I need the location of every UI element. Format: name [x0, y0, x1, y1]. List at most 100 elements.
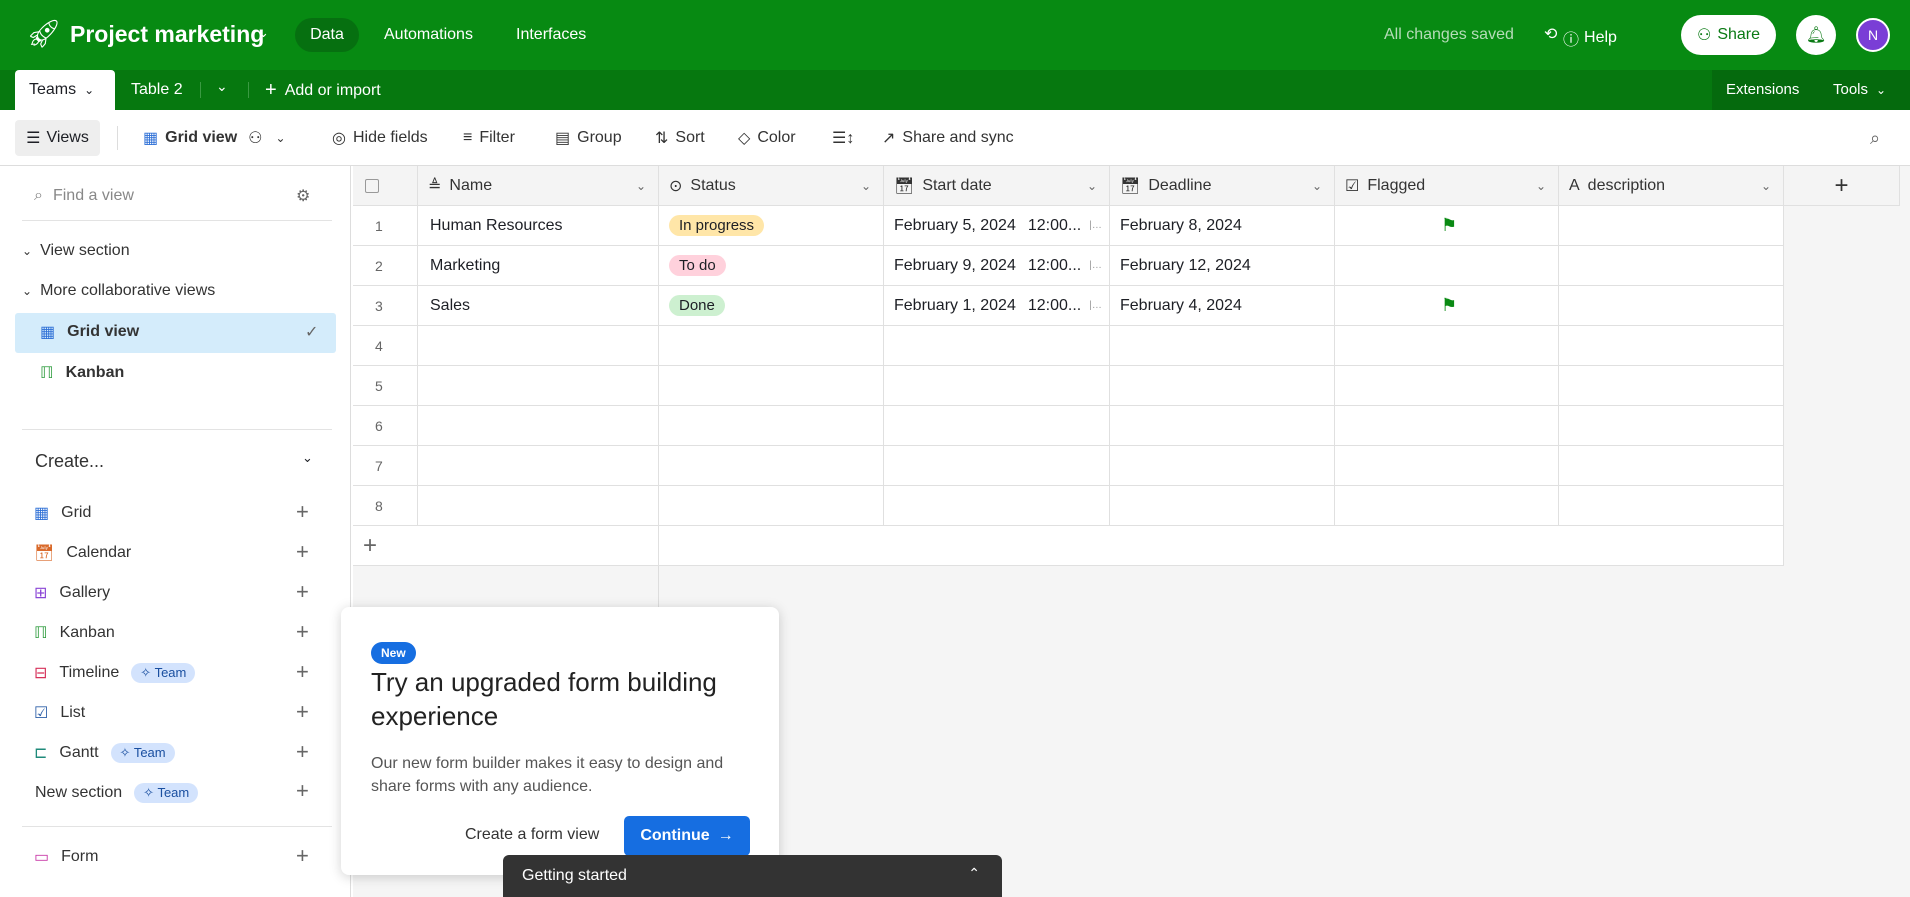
plus-icon[interactable]: + [296, 739, 309, 765]
add-record-row[interactable] [659, 526, 1784, 566]
flagged-cell[interactable] [1335, 486, 1559, 526]
deadline-cell[interactable] [1110, 406, 1335, 446]
status-cell[interactable]: Done [659, 286, 884, 326]
status-cell[interactable] [659, 446, 884, 486]
row-height-icon[interactable]: ☰↕ [832, 110, 854, 166]
flagged-cell[interactable]: ⚑ [1335, 286, 1559, 326]
start-date-cell[interactable] [884, 486, 1110, 526]
plus-icon[interactable]: + [296, 659, 309, 685]
create-grid[interactable]: ▦ Grid [34, 503, 91, 523]
name-cell[interactable] [418, 366, 659, 406]
filter-button[interactable]: ≡ Filter [463, 110, 515, 166]
sort-button[interactable]: ⇅ Sort [655, 110, 705, 166]
views-button[interactable]: ☰ Views [15, 120, 100, 156]
chevron-down-icon[interactable]: ⌄ [1312, 179, 1322, 193]
flagged-cell[interactable] [1335, 366, 1559, 406]
history-icon[interactable]: ⟲ [1544, 24, 1557, 44]
create-gantt[interactable]: ⊏ Gantt ✧ Team [34, 743, 175, 763]
description-cell[interactable] [1559, 206, 1784, 246]
description-cell[interactable] [1559, 366, 1784, 406]
column-header-name[interactable]: ≜ Name ⌄ [418, 166, 659, 206]
row-number-cell[interactable]: 3 [353, 286, 418, 326]
name-cell[interactable] [418, 486, 659, 526]
chevron-down-icon[interactable]: ⌄ [861, 179, 871, 193]
deadline-cell[interactable] [1110, 446, 1335, 486]
plus-icon[interactable]: + [296, 843, 309, 869]
create-form-view-button[interactable]: Create a form view [465, 826, 599, 844]
view-item-grid[interactable]: ▦ Grid view [40, 322, 139, 342]
chevron-down-icon[interactable]: ⌄ [1536, 179, 1546, 193]
deadline-cell[interactable]: February 12, 2024 [1110, 246, 1335, 286]
start-date-cell[interactable] [884, 446, 1110, 486]
status-cell[interactable] [659, 326, 884, 366]
description-cell[interactable] [1559, 406, 1784, 446]
create-new-section[interactable]: New section ✧ Team [35, 783, 199, 803]
select-all-checkbox[interactable] [353, 166, 418, 206]
section-more-collaborative[interactable]: ⌄ More collaborative views [22, 282, 215, 300]
deadline-cell[interactable] [1110, 326, 1335, 366]
chevron-down-icon[interactable]: ⌄ [1761, 179, 1771, 193]
base-title[interactable]: Project marketing [70, 21, 264, 48]
start-date-cell[interactable] [884, 326, 1110, 366]
deadline-cell[interactable] [1110, 366, 1335, 406]
add-field-button[interactable]: + [1784, 166, 1900, 206]
description-cell[interactable] [1559, 446, 1784, 486]
row-number-cell[interactable]: 6 [353, 406, 418, 446]
column-header-start-date[interactable]: 📅︎ Start date ⌄ [884, 166, 1110, 206]
create-calendar[interactable]: 📅︎ Calendar [34, 543, 131, 563]
group-button[interactable]: ▤ Group [555, 110, 622, 166]
find-view-input[interactable]: ⌕ Find a view [34, 187, 134, 205]
search-icon[interactable]: ⌕ [1870, 110, 1880, 166]
name-cell[interactable] [418, 326, 659, 366]
share-sync-button[interactable]: ↗ Share and sync [882, 110, 1014, 166]
color-button[interactable]: ◇ Color [738, 110, 796, 166]
share-button[interactable]: ⚇ Share [1681, 15, 1776, 55]
plus-icon[interactable]: + [296, 699, 309, 725]
status-cell[interactable]: In progress [659, 206, 884, 246]
add-record-button[interactable]: + [353, 526, 659, 566]
hide-fields-button[interactable]: ◎ Hide fields [332, 110, 428, 166]
tables-chevron-icon[interactable]: ⌄ [216, 78, 228, 95]
column-header-flagged[interactable]: ☑ Flagged ⌄ [1335, 166, 1559, 206]
tab-table-2[interactable]: Table 2 [131, 81, 183, 99]
section-view-section[interactable]: ⌄ View section [22, 242, 130, 260]
start-date-cell[interactable]: February 1, 2024 12:00... |… [884, 286, 1110, 326]
nav-interfaces[interactable]: Interfaces [516, 26, 586, 44]
start-date-cell[interactable] [884, 406, 1110, 446]
help-button[interactable]: ⓘ Help [1563, 26, 1617, 50]
status-cell[interactable] [659, 366, 884, 406]
flagged-cell[interactable] [1335, 326, 1559, 366]
status-cell[interactable] [659, 406, 884, 446]
create-kanban[interactable]: ℿ Kanban [34, 623, 115, 643]
status-cell[interactable] [659, 486, 884, 526]
deadline-cell[interactable]: February 4, 2024 [1110, 286, 1335, 326]
row-number-cell[interactable]: 2 [353, 246, 418, 286]
nav-automations[interactable]: Automations [384, 26, 473, 44]
column-header-description[interactable]: Adescription ⌄ [1559, 166, 1784, 206]
chevron-up-icon[interactable]: ⌃ [968, 865, 980, 882]
extensions-button[interactable]: Extensions [1726, 81, 1799, 98]
column-header-deadline[interactable]: 📅︎ Deadline ⌄ [1110, 166, 1335, 206]
plus-icon[interactable]: + [296, 539, 309, 565]
plus-icon[interactable]: + [296, 778, 309, 804]
row-number-cell[interactable]: 5 [353, 366, 418, 406]
avatar[interactable]: N [1856, 18, 1890, 52]
chevron-down-icon[interactable]: ⌄ [258, 25, 269, 41]
plus-icon[interactable]: + [296, 619, 309, 645]
start-date-cell[interactable]: February 5, 2024 12:00... |… [884, 206, 1110, 246]
continue-button[interactable]: Continue → [624, 816, 750, 856]
create-timeline[interactable]: ⊟ Timeline ✧ Team [34, 663, 196, 683]
getting-started-bar[interactable]: Getting started ⌃ [503, 855, 1002, 897]
start-date-cell[interactable]: February 9, 2024 12:00... |… [884, 246, 1110, 286]
name-cell[interactable]: Sales [418, 286, 659, 326]
create-gallery[interactable]: ⊞ Gallery [34, 583, 110, 603]
view-item-kanban[interactable]: ℿ Kanban [40, 363, 124, 383]
status-cell[interactable]: To do [659, 246, 884, 286]
row-number-cell[interactable]: 1 [353, 206, 418, 246]
flagged-cell[interactable] [1335, 406, 1559, 446]
chevron-down-icon[interactable]: ⌄ [302, 450, 313, 466]
plus-icon[interactable]: + [296, 579, 309, 605]
view-switcher[interactable]: ▦ Grid view ⚇ ⌄ [143, 110, 286, 166]
create-form[interactable]: ▭ Form [34, 847, 98, 867]
deadline-cell[interactable] [1110, 486, 1335, 526]
